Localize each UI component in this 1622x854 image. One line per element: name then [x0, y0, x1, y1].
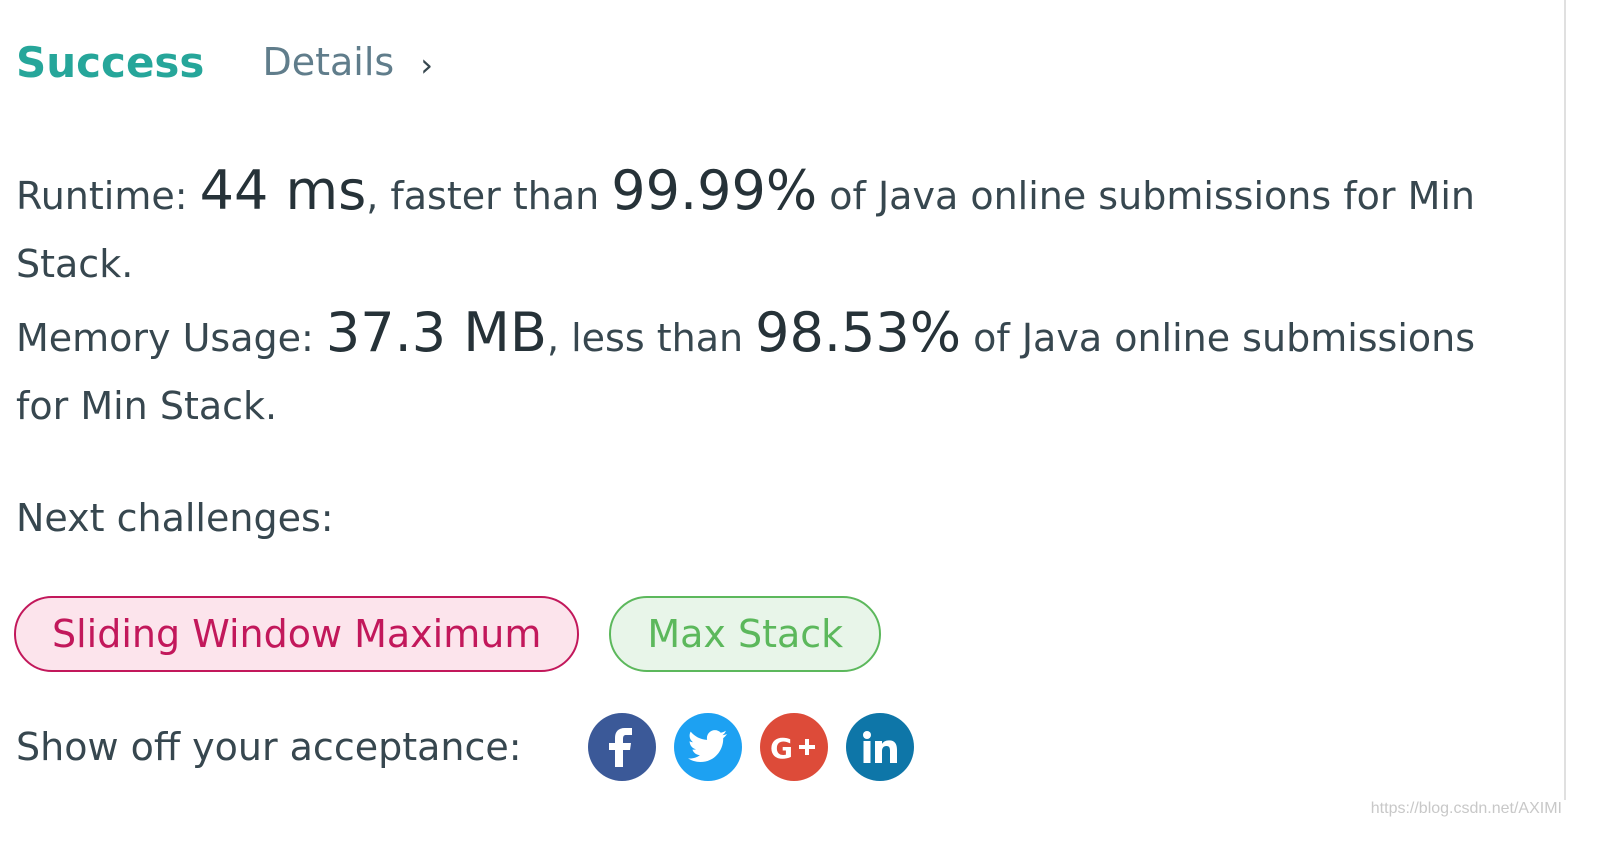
challenge-chip-max-stack[interactable]: Max Stack	[609, 596, 882, 672]
runtime-comparison: , faster than	[366, 174, 612, 218]
twitter-icon[interactable]	[673, 713, 742, 781]
runtime-label: Runtime:	[16, 174, 200, 218]
details-label: Details	[262, 40, 395, 84]
share-label: Show off your acceptance:	[16, 725, 522, 769]
challenge-chip-sliding-window-maximum[interactable]: Sliding Window Maximum	[14, 596, 580, 672]
scrollbar-edge	[1564, 0, 1566, 800]
memory-value: 37.3 MB	[325, 301, 547, 364]
chevron-right-icon: ›	[420, 46, 433, 84]
result-header: Success Details ›	[16, 32, 433, 92]
status-success: Success	[16, 37, 205, 87]
facebook-icon[interactable]	[587, 713, 656, 781]
share-icons: G	[587, 713, 914, 781]
runtime-percent: 99.99%	[611, 159, 818, 222]
next-challenges-label: Next challenges:	[16, 496, 334, 540]
share-row: Show off your acceptance: G	[16, 712, 914, 782]
watermark: https://blog.csdn.net/AXIMI	[1370, 800, 1562, 817]
memory-percent: 98.53%	[755, 301, 962, 364]
linkedin-icon[interactable]	[845, 713, 914, 781]
runtime-value: 44 ms	[199, 159, 367, 222]
memory-comparison: , less than	[546, 316, 756, 360]
memory-stat: Memory Usage: 37.3 MB, less than 98.53% …	[16, 290, 1496, 437]
runtime-stat: Runtime: 44 ms, faster than 99.99% of Ja…	[16, 148, 1596, 295]
google-plus-icon[interactable]: G	[759, 713, 828, 781]
details-link[interactable]: Details ›	[262, 40, 433, 84]
svg-text:G: G	[770, 732, 793, 762]
next-challenges-list: Sliding Window Maximum Max Stack	[14, 596, 882, 672]
memory-label: Memory Usage:	[16, 316, 326, 360]
